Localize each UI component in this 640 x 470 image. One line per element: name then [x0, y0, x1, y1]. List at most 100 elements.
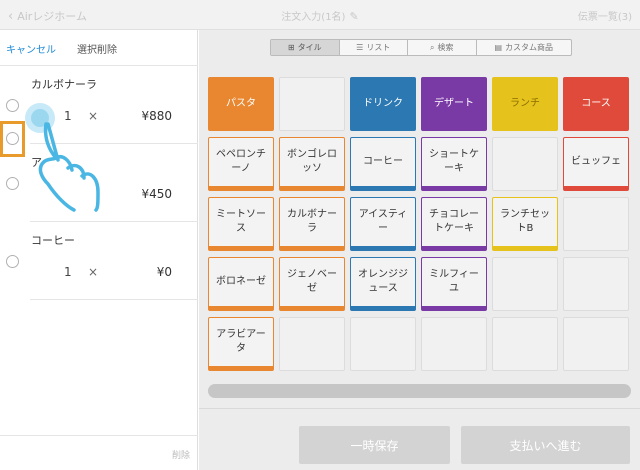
tile-color-bar	[422, 186, 486, 190]
menu-item-tile[interactable]: カルボナーラ	[279, 197, 345, 251]
menu-item-tile[interactable]: ミートソース	[208, 197, 274, 251]
item-qty: 1	[64, 109, 72, 123]
calculator-icon: ▤	[494, 43, 503, 52]
page-title[interactable]: 注文入力(1名) ✎	[0, 8, 640, 23]
item-qty: 1	[64, 265, 72, 279]
tile-label: カルボナーラ	[287, 209, 337, 234]
item-name: カルボナーラ	[31, 78, 97, 91]
tile-label: パスタ	[226, 98, 256, 109]
proceed-to-payment-button[interactable]: 支払いへ進む	[461, 426, 630, 464]
tile-label: コース	[581, 98, 611, 109]
slip-list-link[interactable]: 伝票一覧(3)	[578, 8, 632, 23]
tile-color-bar	[280, 186, 344, 190]
item-name: コーヒー	[31, 234, 75, 247]
action-footer: 一時保存 支払いへ進む	[199, 408, 640, 470]
highlighted-select-radio[interactable]	[0, 121, 25, 157]
menu-item-tile[interactable]: アラビアータ	[208, 317, 274, 371]
item-price: ¥450	[141, 187, 172, 201]
menu-item-tile[interactable]: ボロネーゼ	[208, 257, 274, 311]
item-price: ¥880	[141, 109, 172, 123]
menu-item-tile[interactable]: ボンゴレロッソ	[279, 137, 345, 191]
tile-color-bar	[422, 246, 486, 250]
select-radio[interactable]	[6, 255, 19, 268]
tile-label: オレンジジュース	[358, 269, 408, 294]
menu-item-tile[interactable]: ミルフィーユ	[421, 257, 487, 311]
list-icon: ☰	[356, 43, 364, 52]
tile-color-bar	[209, 306, 273, 310]
tile-label: ビュッフェ	[571, 156, 621, 167]
order-item[interactable]: ア ¥450	[0, 144, 198, 222]
category-tile[interactable]: コース	[563, 77, 629, 131]
menu-item-tile[interactable]: ランチセットB	[492, 197, 558, 251]
select-radio[interactable]	[6, 99, 19, 112]
delete-selected-button[interactable]: 選択削除	[77, 41, 117, 56]
tile-label: ランチセットB	[500, 209, 550, 234]
tile-label: ペペロンチーノ	[216, 149, 266, 174]
divider	[30, 299, 198, 300]
cancel-button[interactable]: キャンセル	[6, 41, 56, 56]
tile-color-bar	[209, 366, 273, 370]
order-footer: 削除	[0, 435, 198, 470]
tab-search[interactable]: ⌕ 検索	[408, 40, 477, 55]
menu-item-tile[interactable]: ジェノベーゼ	[279, 257, 345, 311]
tab-label: タイル	[297, 43, 322, 52]
empty-tile	[492, 257, 558, 311]
empty-tile	[563, 197, 629, 251]
tile-label: デザート	[434, 98, 474, 109]
empty-tile	[350, 317, 416, 371]
temporary-save-button[interactable]: 一時保存	[299, 426, 450, 464]
tile-label: ランチ	[510, 98, 540, 109]
select-radio[interactable]	[6, 177, 19, 190]
menu-item-tile[interactable]: ペペロンチーノ	[208, 137, 274, 191]
tile-label: ショートケーキ	[429, 149, 479, 174]
menu-tile-grid: パスタ ドリンク デザート ランチ コースペペロンチーノ ボンゴレロッソ コーヒー ショートケ…	[208, 77, 629, 371]
item-name: ア	[31, 156, 42, 169]
category-tile[interactable]: パスタ	[208, 77, 274, 131]
menu-panel: ⊞ タイル ☰ リスト ⌕ 検索 ▤ カスタム商品 パスタ ドリンク デザート ランチ コースペ…	[199, 30, 640, 470]
tab-label: 検索	[437, 43, 454, 52]
tile-label: ジェノベーゼ	[287, 269, 337, 294]
tab-tile[interactable]: ⊞ タイル	[271, 40, 340, 55]
empty-tile	[492, 137, 558, 191]
tile-label: ドリンク	[363, 98, 403, 109]
menu-item-tile[interactable]: ビュッフェ	[563, 137, 629, 191]
horizontal-scrollbar[interactable]	[208, 384, 631, 398]
tile-color-bar	[493, 246, 557, 250]
menu-item-tile[interactable]: ショートケーキ	[421, 137, 487, 191]
empty-tile	[563, 257, 629, 311]
menu-item-tile[interactable]: チョコレートケーキ	[421, 197, 487, 251]
menu-item-tile[interactable]: アイスティー	[350, 197, 416, 251]
tile-label: アイスティー	[358, 209, 408, 234]
order-item[interactable]: カルボナーラ 1 × ¥880	[0, 66, 198, 144]
tile-color-bar	[422, 306, 486, 310]
order-list-panel: キャンセル 選択削除 カルボナーラ 1 × ¥880 ア ¥450 コーヒー 1…	[0, 30, 198, 470]
menu-item-tile[interactable]: オレンジジュース	[350, 257, 416, 311]
category-tile[interactable]: ドリンク	[350, 77, 416, 131]
tile-color-bar	[209, 186, 273, 190]
order-actions: キャンセル 選択削除	[0, 30, 198, 66]
order-item[interactable]: コーヒー 1 × ¥0	[0, 222, 198, 300]
tile-label: ミルフィーユ	[429, 269, 479, 294]
tab-custom-item[interactable]: ▤ カスタム商品	[477, 40, 572, 55]
category-tile[interactable]: ランチ	[492, 77, 558, 131]
tile-color-bar	[280, 246, 344, 250]
view-tabs: ⊞ タイル ☰ リスト ⌕ 検索 ▤ カスタム商品	[270, 39, 572, 56]
empty-tile	[421, 317, 487, 371]
empty-tile	[492, 317, 558, 371]
item-price: ¥0	[156, 265, 172, 279]
tile-label: チョコレートケーキ	[429, 209, 479, 234]
category-tile[interactable]: デザート	[421, 77, 487, 131]
tile-label: ミートソース	[216, 209, 266, 234]
tile-color-bar	[351, 186, 415, 190]
pencil-icon[interactable]: ✎	[349, 10, 358, 23]
tab-label: リスト	[366, 43, 391, 52]
delete-button[interactable]: 削除	[172, 448, 190, 461]
tile-color-bar	[564, 186, 628, 190]
menu-item-tile[interactable]: コーヒー	[350, 137, 416, 191]
tile-color-bar	[351, 306, 415, 310]
tab-list[interactable]: ☰ リスト	[340, 40, 408, 55]
top-bar: ‹ Airレジホーム 注文入力(1名) ✎ 伝票一覧(3)	[0, 0, 640, 30]
tile-color-bar	[280, 306, 344, 310]
empty-tile	[279, 77, 345, 131]
tile-label: ボロネーゼ	[216, 276, 266, 287]
